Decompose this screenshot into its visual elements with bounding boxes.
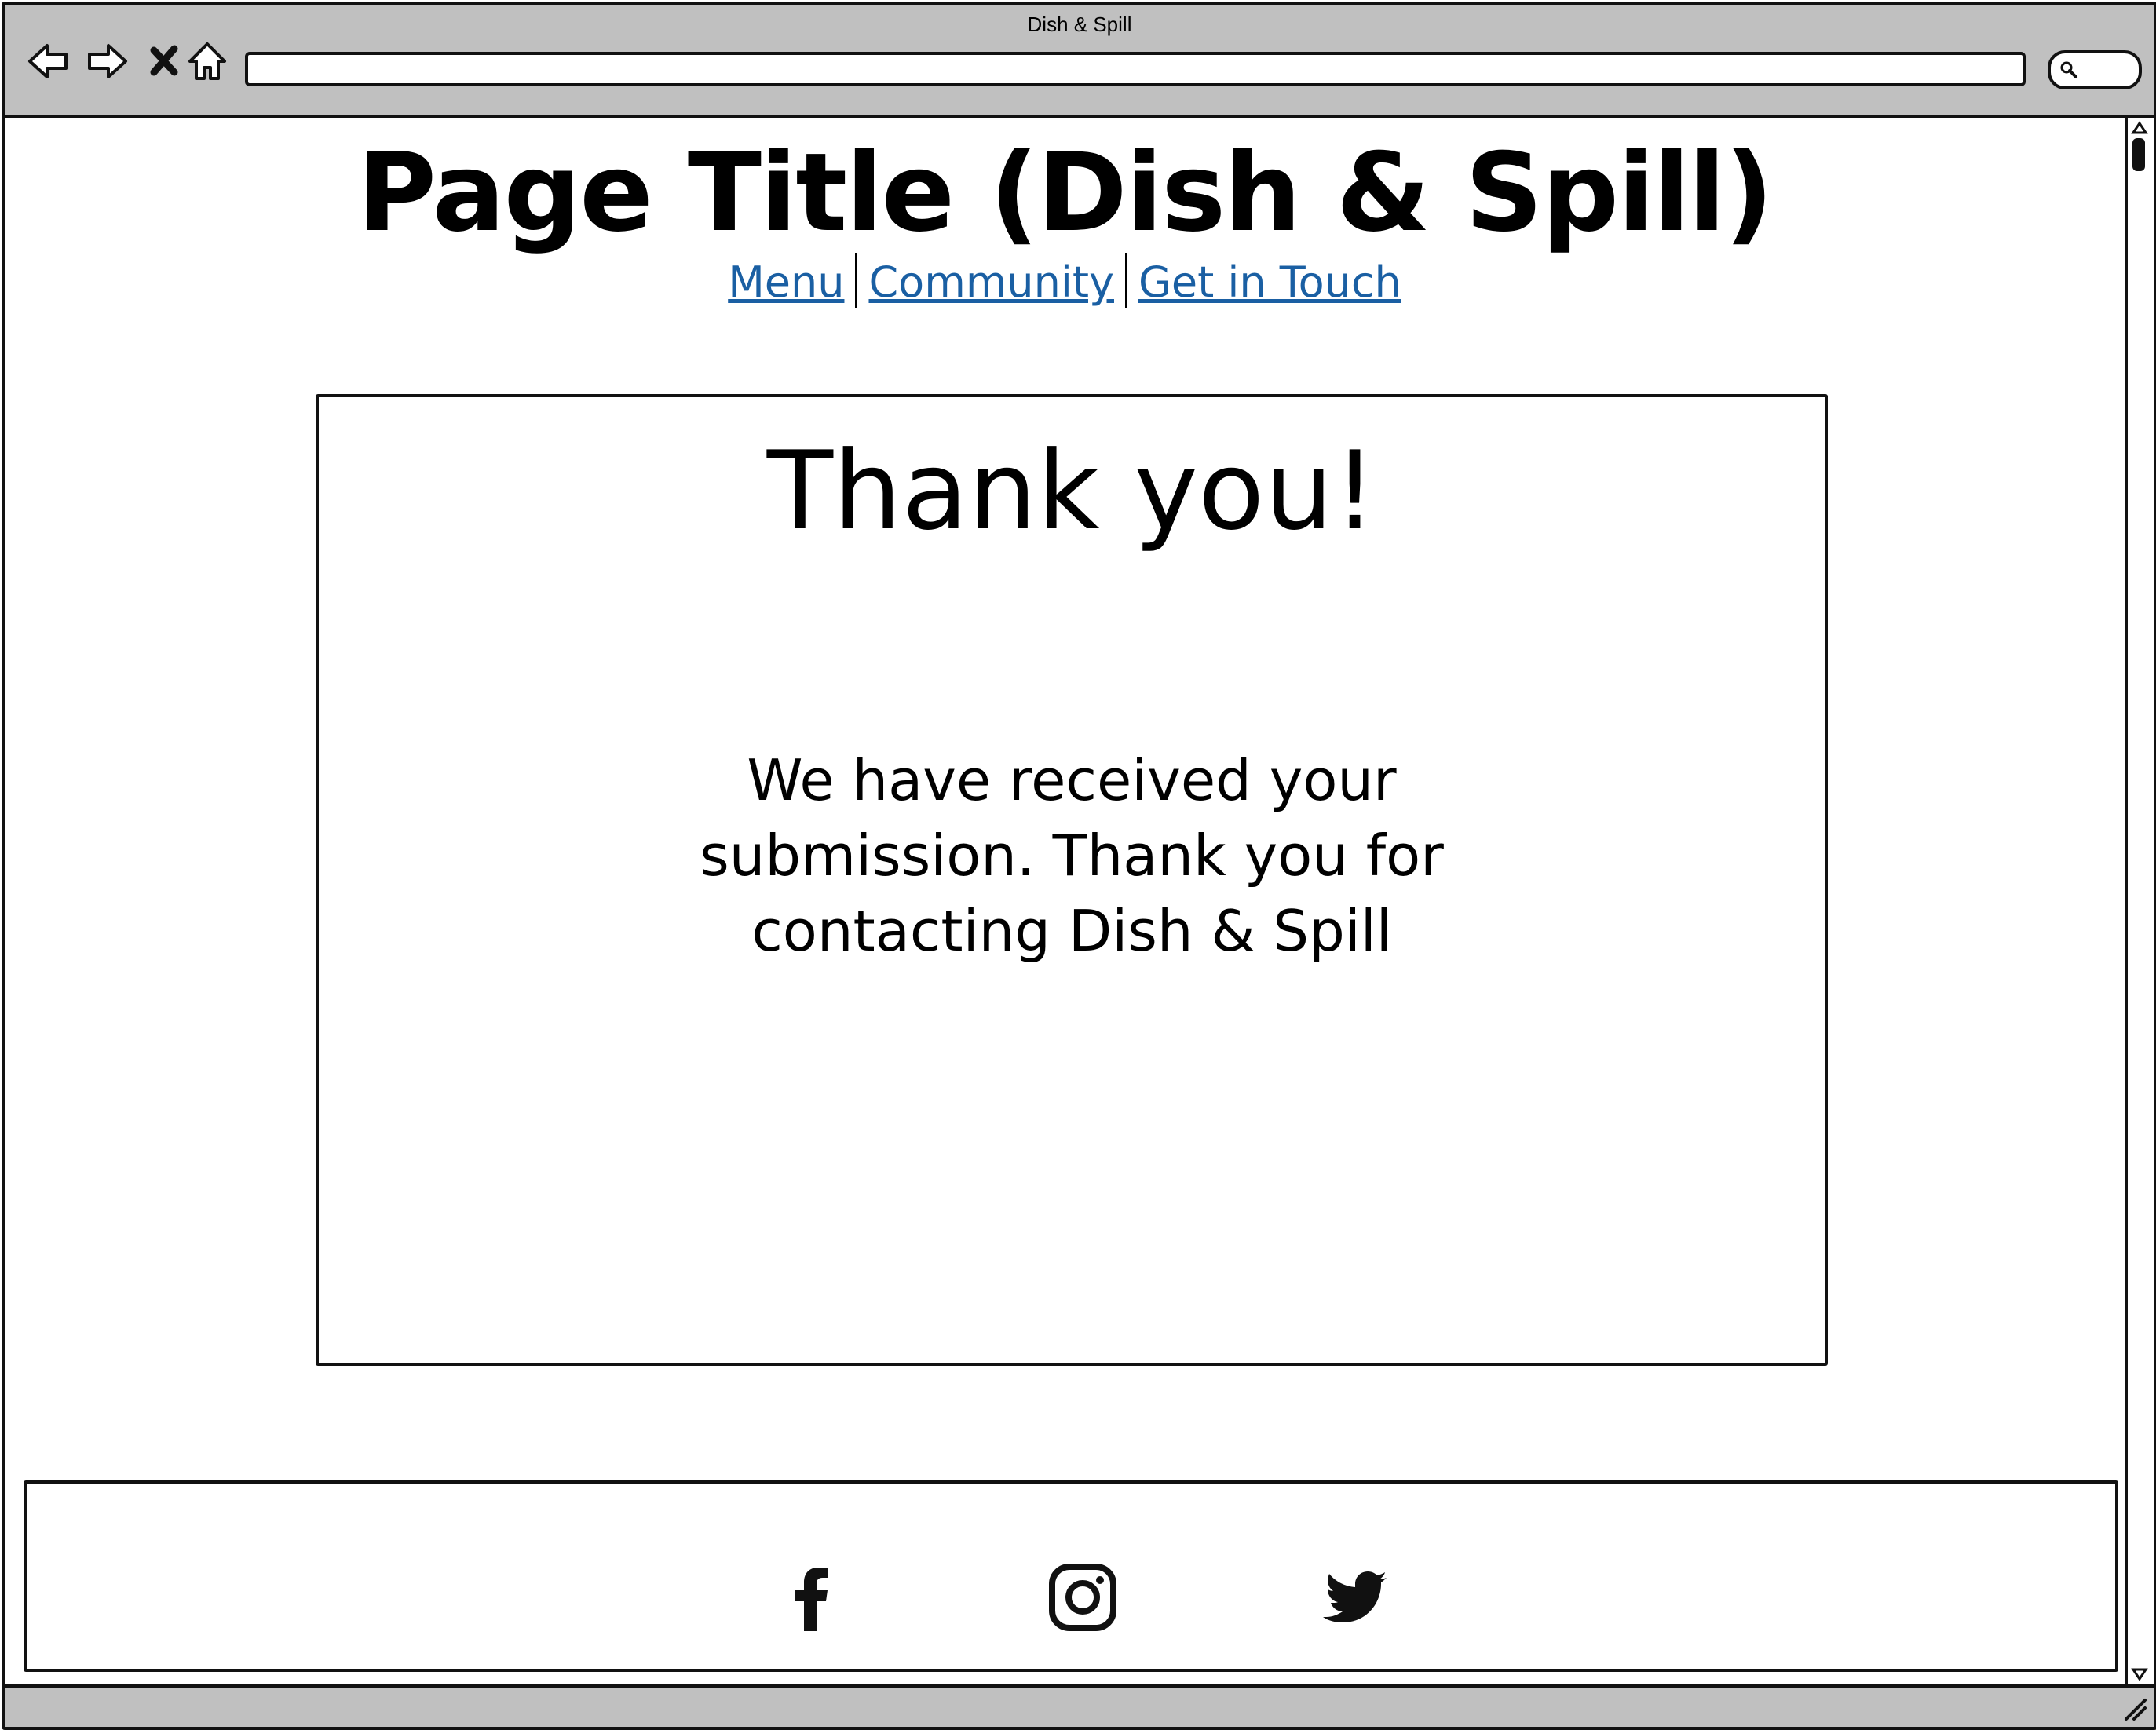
- twitter-icon[interactable]: [1319, 1562, 1390, 1633]
- confirmation-message: We have received your submission. Thank …: [319, 743, 1825, 969]
- home-icon[interactable]: [184, 38, 231, 85]
- instagram-icon[interactable]: [1047, 1562, 1118, 1633]
- search-icon: [2060, 61, 2077, 78]
- forward-arrow-icon[interactable]: [83, 38, 130, 85]
- resize-grip-icon[interactable]: [2121, 1695, 2148, 1722]
- nav-divider: [855, 253, 858, 308]
- browser-toolbar: Dish & Spill: [5, 5, 2154, 118]
- nav-divider: [1125, 253, 1127, 308]
- facebook-icon[interactable]: [776, 1562, 846, 1633]
- nav-link-get-in-touch[interactable]: Get in Touch: [1138, 257, 1401, 307]
- nav-link-menu[interactable]: Menu: [728, 257, 844, 307]
- address-bar[interactable]: [245, 52, 2026, 86]
- footer: [24, 1480, 2118, 1672]
- thank-you-card: Thank you! We have received your submiss…: [316, 394, 1828, 1366]
- scroll-thumb[interactable]: [2132, 138, 2145, 171]
- close-icon[interactable]: [141, 38, 188, 85]
- scroll-up-icon[interactable]: [2131, 121, 2148, 135]
- nav-link-community[interactable]: Community: [868, 257, 1114, 307]
- page-title: Page Title (Dish & Spill): [356, 130, 1774, 256]
- browser-window: Dish & Spill Page Title (Dish & Spill) M…: [2, 2, 2156, 1730]
- window-title: Dish & Spill: [1027, 13, 1132, 36]
- status-bar: [5, 1684, 2154, 1727]
- vertical-scrollbar[interactable]: [2125, 118, 2151, 1684]
- thank-you-heading: Thank you!: [766, 428, 1377, 554]
- message-line: submission. Thank you for: [700, 823, 1444, 889]
- message-line: contacting Dish & Spill: [751, 898, 1392, 964]
- main-nav: Menu Community Get in Touch: [5, 253, 2125, 308]
- scroll-down-icon[interactable]: [2131, 1667, 2148, 1681]
- search-field[interactable]: [2048, 50, 2142, 89]
- back-arrow-icon[interactable]: [25, 38, 72, 85]
- message-line: We have received your: [747, 747, 1397, 813]
